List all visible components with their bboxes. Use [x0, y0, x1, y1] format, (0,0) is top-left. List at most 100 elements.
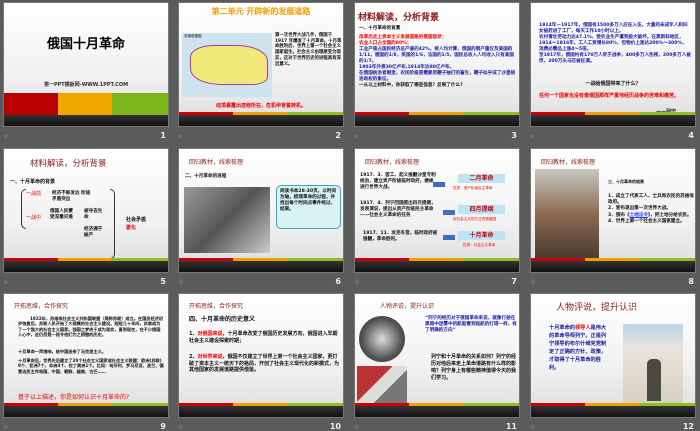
footer-bar	[4, 115, 168, 126]
slide-title: 回归教材，线索梳理	[365, 159, 420, 166]
animation-icon[interactable]: ☆	[354, 424, 359, 431]
map-image: 苏维埃俄国	[182, 33, 272, 97]
slide-subtitle: 二、十月革命的进程	[185, 174, 227, 179]
young-lenin-portrait	[359, 316, 405, 362]
event-note: 性质：资产阶级民主革命	[453, 186, 493, 190]
slide-subtitle: 一、十月革命的背景	[359, 26, 401, 31]
slide-number: 2	[335, 131, 341, 140]
slide-thumbnail-9[interactable]: 开拓思维，合作探究 1922年，苏维埃社会主义共和国联盟（简称苏联）成立。在国民…	[3, 293, 169, 418]
text: 领导人	[574, 325, 591, 331]
footer-bar	[179, 406, 343, 417]
bullet: 农村青壮劳动力达47.1%，使农业生产遭到极大破坏。在莫斯科地区，1914～19…	[539, 34, 687, 52]
footer-bar	[355, 115, 519, 126]
slide-thumbnail-11[interactable]: 人物评说，提升认识 “列宁的经历对于俄国革命来说，就像行驶在黑暗中迷雾中的航船看…	[354, 293, 520, 418]
animation-icon[interactable]: ☆	[3, 279, 8, 286]
slide-title: 开拓思维，合作探究	[189, 303, 244, 310]
slide-highlight: 动荡暴露出症结所在，危机孕育着转机。	[215, 103, 306, 109]
during-war-item: 经济濒于破产	[84, 227, 103, 238]
text: 对世界来说	[197, 354, 223, 360]
result-item: 4．世界上第一个社会主义国家建立。	[608, 218, 685, 224]
text: 3．颁布《	[608, 212, 630, 218]
label-before-war: 一战前	[26, 191, 42, 197]
callout-bubble: 阅读书本28-30页，以时间为轴，梳理革命的过程，并找出每个时间点事件经过、结果…	[276, 185, 341, 229]
bullet: 在俄国统治者眼里，农民阶级是需要用鞭子抽打的畜生，鞭子似乎成了沙皇统治政权的象征…	[359, 70, 516, 82]
question: 一战给俄国带来了什么？	[585, 81, 641, 87]
footer-bar	[179, 261, 343, 272]
slide-number: 9	[160, 422, 166, 431]
slide-thumbnail-3[interactable]: 材料解读，分析背景 一、十月革命的背景 改革后走上资本主义发展道路的俄国现状： …	[354, 2, 520, 127]
event-label: 二月革命	[458, 174, 505, 183]
slide-title: 回归教材，线索梳理	[189, 159, 244, 166]
slide-subtitle: 四、十月革命的历史意义	[189, 316, 256, 323]
text: 十月革命的	[549, 325, 575, 331]
slide-number: 7	[511, 277, 517, 286]
discussion-question: 基于以上描述，你是如何认识十月革命的?	[18, 394, 130, 401]
animation-icon[interactable]: ☆	[530, 133, 535, 140]
discussion-question: 列宁和十月革命的关系如何？列宁的经历对他后来走上革命道路有什么样的影响？列宁身上…	[431, 354, 517, 381]
significance-item: 1、对俄国来说，十月革命改变了俄国历史发展方向，俄国进入早期社会主义建设探索时期…	[189, 331, 339, 344]
slide-thumbnail-7[interactable]: 回归教材，线索梳理 1917．3．罢工、起义推翻沙皇专制统治，建立资产阶级临时政…	[354, 148, 520, 273]
footer-bar	[531, 261, 695, 272]
slide-number: 10	[329, 422, 341, 431]
event-note: 性质：社会主义革命	[463, 243, 496, 247]
slide-thumbnail-10[interactable]: 开拓思维，合作探究 四、十月革命的历史意义 1、对俄国来说，十月革命改变了俄国历…	[178, 293, 344, 418]
slide-thumbnail-5[interactable]: 材料解读，分析背景 一、十月革命的背景 一战前 经济不够发达 阶级矛盾突出 一战…	[3, 148, 169, 273]
animation-icon[interactable]: ☆	[3, 133, 8, 140]
quote: “列宁的经历对于俄国革命来说，就像行驶在黑暗中迷雾中的航船看到指航的灯塔一样，有…	[425, 316, 517, 333]
slide-number: 3	[511, 131, 517, 140]
significance-item: 2、对世界来说，俄国不仅建立了世界上第一个社会主义国家，更打破了资本主义一统天下…	[189, 354, 339, 374]
arrow-right-icon	[433, 182, 445, 187]
lenin-statue-photo	[623, 324, 683, 406]
slide-title: 材料解读，分析背景	[358, 13, 440, 23]
text: 是伟大的革命导师列宁。正是列宁领导的布尔什维克党制定了正确的方针、政策，才取得了…	[549, 325, 607, 372]
animation-icon[interactable]: ☆	[178, 424, 183, 431]
animation-icon[interactable]: ☆	[530, 424, 535, 431]
slide-title: 第二单元 开辟新的发展道路	[211, 7, 311, 16]
event-text: 1917．11．攻克冬宫，临时政府被推翻，革命胜利。	[363, 231, 438, 242]
bullet: 工业产值占国民经济总产值的42%，按人均计算，俄国的钢产量仅及美国的1/11，德…	[359, 46, 514, 64]
bullet: 1914年—1917年，俄国有1500多万人应征入伍，大量的未成年人和妇女被赶进…	[539, 23, 688, 34]
paragraph: 十月革命后，世界先后建立了20个社会主义国家或社会主义联盟：欧洲(苏联) 9个、…	[18, 358, 164, 374]
brace	[110, 189, 115, 259]
slide-thumbnail-8[interactable]: 回归教材，线索梳理 三、十月革命的结果 1．成立了代表工人、士兵和农民的苏维埃政…	[530, 148, 696, 273]
animation-icon[interactable]: ☆	[178, 279, 183, 286]
slide-number: 11	[505, 422, 517, 431]
slide-thumbnail-12[interactable]: 人物评说，提升认识 十月革命的领导人是伟大的革命导师列宁。正是列宁领导的布尔什维…	[530, 293, 696, 418]
slide-number: 8	[688, 277, 694, 286]
bullet: 一从以上材料中，你获取了哪些信息？反映了什么？	[359, 82, 465, 88]
animation-icon[interactable]: ☆	[354, 133, 359, 140]
animation-icon[interactable]: ☆	[3, 424, 8, 431]
footer-bar	[531, 115, 695, 126]
slide-title: 俄国十月革命	[46, 37, 125, 52]
lenin-speech-photo	[535, 169, 599, 259]
event-label: 十月革命	[458, 231, 505, 240]
before-war-items: 经济不够发达 阶级矛盾突出	[52, 191, 91, 202]
result-text: 社会矛盾	[126, 217, 147, 223]
footer-bar	[4, 261, 168, 272]
animation-icon[interactable]: ☆	[530, 279, 535, 286]
during-war-item: 被夺去生命	[84, 209, 103, 220]
result-item: 3．颁布《土地法令》，把土地分给农民。	[608, 213, 694, 219]
footer-bar	[531, 406, 695, 417]
slide-title: 材料解读，分析背景	[30, 159, 107, 169]
bullet-list: 改革后走上资本主义发展道路的俄国现状： 农业人口占全国的80%； 工业产值占国民…	[359, 35, 517, 89]
arrow-right-icon	[443, 235, 455, 240]
paragraph: 1922年，苏维埃社会主义共和国联盟（简称苏联）成立。在国民经济初步恢复后，苏联…	[18, 316, 164, 338]
slide-thumbnail-2[interactable]: 第二单元 开辟新的发展道路 苏维埃俄国 第一次世界大战几件，俄国于1917 年爆…	[178, 2, 344, 127]
land-decree-link[interactable]: 土地法令	[630, 213, 648, 218]
slide-subtitle: 第一PPT模板网-WWW.1PPT.COM	[43, 82, 129, 88]
slide-thumbnail-4[interactable]: 1914年—1917年，俄国有1500多万人应征入伍，大量的未成年人和妇女被赶进…	[530, 2, 696, 127]
result-highlight: 激化	[126, 225, 137, 231]
slide-title: 开拓思维，合作探究	[14, 303, 69, 310]
animation-icon[interactable]: ☆	[354, 279, 359, 286]
slide-body: 十月革命的领导人是伟大的革命导师列宁。正是列宁领导的布尔什维克党制定了正确的方针…	[549, 324, 607, 372]
label-during-war: 一战中	[26, 215, 42, 221]
slide-thumbnail-6[interactable]: 回归教材，线索梳理 二、十月革命的进程 阅读书本28-30页，以时间为轴，梳理革…	[178, 148, 344, 273]
quote: 任何一个国家也没有像俄国那样严重地经历战争的苦难和痛苦。	[539, 93, 680, 99]
animation-icon[interactable]: ☆	[178, 133, 183, 140]
slide-thumbnail-1[interactable]: 俄国十月革命 第一PPT模板网-WWW.1PPT.COM	[3, 2, 169, 127]
slide-number: 1	[160, 131, 166, 140]
slide-number: 5	[160, 277, 166, 286]
slide-title: 人物评说，提升认识	[380, 303, 435, 310]
brace	[21, 189, 26, 229]
